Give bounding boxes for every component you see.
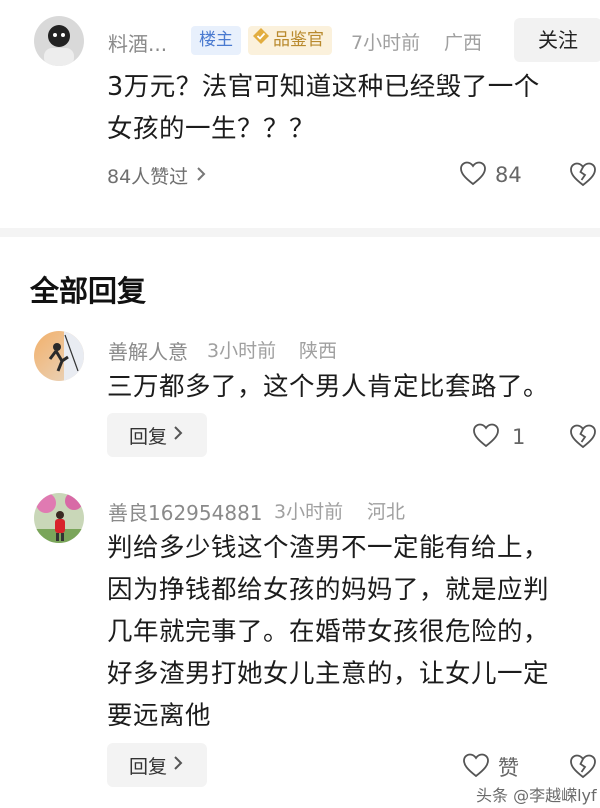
comment-text-line: 3万元？法官可知道这种已经毁了一个 bbox=[107, 72, 540, 102]
reply-text: 三万都多了，这个男人肯定比套路了。 bbox=[107, 366, 597, 408]
likes-list-link[interactable]: 84人赞过 bbox=[107, 162, 208, 189]
user-avatar[interactable] bbox=[34, 16, 84, 66]
broken-heart-icon bbox=[569, 162, 597, 191]
follow-button[interactable]: 关注 bbox=[514, 18, 600, 62]
comment-text-line: 女孩的一生？？？ bbox=[107, 114, 316, 144]
dislike-button[interactable] bbox=[569, 753, 597, 783]
reply-username[interactable]: 善解人意 bbox=[108, 336, 188, 365]
reply-time: 3小时前 bbox=[274, 501, 344, 523]
chevron-right-icon bbox=[194, 165, 208, 187]
dislike-button[interactable] bbox=[569, 423, 597, 453]
reply-button[interactable]: 回复 bbox=[107, 413, 207, 457]
like-button[interactable]: 赞 bbox=[462, 752, 519, 782]
judge-badge-label: 品鉴官 bbox=[273, 30, 324, 50]
watermark: 头条 @李越嵘lyf bbox=[476, 786, 597, 805]
reply-location: 河北 bbox=[367, 501, 406, 523]
reply-avatar[interactable] bbox=[34, 331, 84, 381]
reply-text-line: 三万都多了，这个男人肯定比套路了。 bbox=[107, 372, 550, 402]
dislike-button[interactable] bbox=[569, 161, 597, 191]
likes-list-label: 84人赞过 bbox=[107, 166, 189, 188]
reply-text-line: 好多渣男打她女儿主意的，让女儿一定 bbox=[107, 659, 550, 689]
like-button[interactable]: 84 bbox=[459, 160, 522, 190]
check-diamond-icon bbox=[252, 26, 270, 55]
reply-username[interactable]: 善良162954881 bbox=[108, 497, 263, 526]
reply-text-line: 几年就完事了。在婚带女孩很危险的， bbox=[107, 617, 550, 647]
username[interactable]: 料酒... bbox=[108, 28, 167, 57]
post-time: 7小时前 bbox=[351, 32, 421, 54]
reply-text-line: 因为挣钱都给女孩的妈妈了，就是应判 bbox=[107, 575, 550, 605]
heart-outline-icon bbox=[462, 752, 490, 782]
reply-avatar[interactable] bbox=[34, 493, 84, 543]
reply-button[interactable]: 回复 bbox=[107, 743, 207, 787]
comment-text: 3万元？法官可知道这种已经毁了一个 女孩的一生？？？ bbox=[107, 66, 597, 150]
owner-badge: 楼主 bbox=[191, 26, 241, 55]
heart-outline-icon bbox=[472, 422, 500, 452]
reply-button-label: 回复 bbox=[128, 425, 167, 448]
all-replies-title: 全部回复 bbox=[30, 274, 147, 308]
reply-time: 3小时前 bbox=[207, 340, 277, 362]
judge-badge: 品鉴官 bbox=[248, 26, 332, 55]
broken-heart-icon bbox=[569, 754, 597, 783]
like-label: 赞 bbox=[498, 756, 519, 780]
reply-text: 判给多少钱这个渣男不一定能有给上， 因为挣钱都给女孩的妈妈了，就是应判 几年就完… bbox=[107, 527, 597, 737]
chevron-right-icon bbox=[171, 424, 185, 446]
heart-outline-icon bbox=[459, 160, 487, 190]
chevron-right-icon bbox=[171, 754, 185, 776]
reply-text-line: 要远离他 bbox=[107, 701, 212, 731]
section-divider bbox=[0, 228, 600, 237]
reply-text-line: 判给多少钱这个渣男不一定能有给上， bbox=[107, 533, 550, 563]
broken-heart-icon bbox=[569, 424, 597, 453]
like-count: 84 bbox=[495, 163, 522, 187]
reply-button-label: 回复 bbox=[128, 755, 167, 778]
post-location: 广西 bbox=[444, 32, 483, 54]
like-button[interactable]: 1 bbox=[472, 422, 525, 452]
reply-location: 陕西 bbox=[299, 340, 338, 362]
like-count: 1 bbox=[512, 425, 526, 449]
